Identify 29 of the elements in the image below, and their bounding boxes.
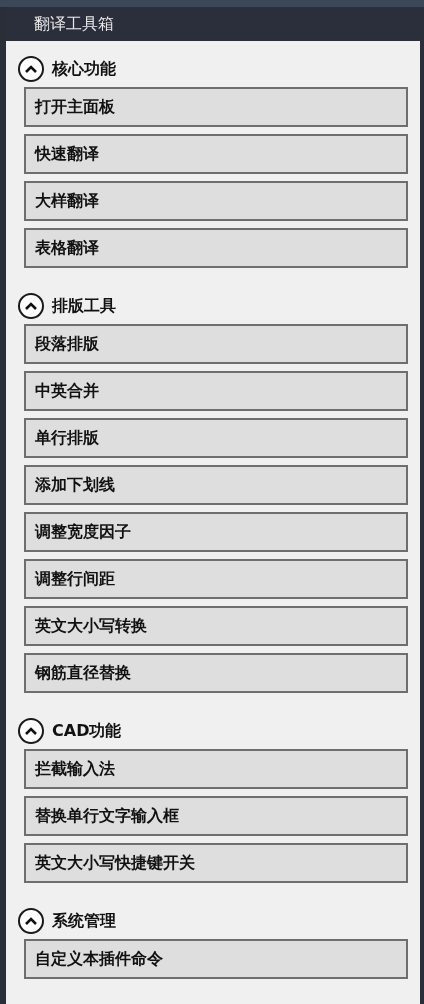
command-button[interactable]: 快速翻译 bbox=[24, 134, 408, 174]
command-button[interactable]: 钢筋直径替换 bbox=[24, 653, 408, 693]
collapse-toggle[interactable] bbox=[18, 718, 44, 744]
command-button[interactable]: 表格翻译 bbox=[24, 228, 408, 268]
command-button[interactable]: 中英合并 bbox=[24, 371, 408, 411]
section-title: 核心功能 bbox=[52, 58, 116, 80]
chevron-icon bbox=[25, 917, 37, 925]
chevron-icon bbox=[25, 65, 37, 73]
command-button[interactable]: 拦截输入法 bbox=[24, 749, 408, 789]
command-button[interactable]: 英文大小写转换 bbox=[24, 606, 408, 646]
command-button[interactable]: 英文大小写快捷键开关 bbox=[24, 843, 408, 883]
chevron-icon bbox=[25, 302, 37, 310]
section-title: 系统管理 bbox=[52, 910, 116, 932]
command-button[interactable]: 打开主面板 bbox=[24, 87, 408, 127]
command-button[interactable]: 段落排版 bbox=[24, 324, 408, 364]
chevron-icon bbox=[25, 727, 37, 735]
section-title: CAD功能 bbox=[52, 720, 122, 742]
window-title: 翻译工具箱 bbox=[34, 13, 114, 35]
collapse-toggle[interactable] bbox=[18, 56, 44, 82]
command-button[interactable]: 替换单行文字输入框 bbox=[24, 796, 408, 836]
command-button[interactable]: 单行排版 bbox=[24, 418, 408, 458]
command-button[interactable]: 添加下划线 bbox=[24, 465, 408, 505]
collapse-toggle[interactable] bbox=[18, 908, 44, 934]
command-button[interactable]: 大样翻译 bbox=[24, 181, 408, 221]
command-button[interactable]: 调整行间距 bbox=[24, 559, 408, 599]
section-title: 排版工具 bbox=[52, 295, 116, 317]
command-button[interactable]: 调整宽度因子 bbox=[24, 512, 408, 552]
command-button[interactable]: 自定义本插件命令 bbox=[24, 939, 408, 979]
collapse-toggle[interactable] bbox=[18, 293, 44, 319]
